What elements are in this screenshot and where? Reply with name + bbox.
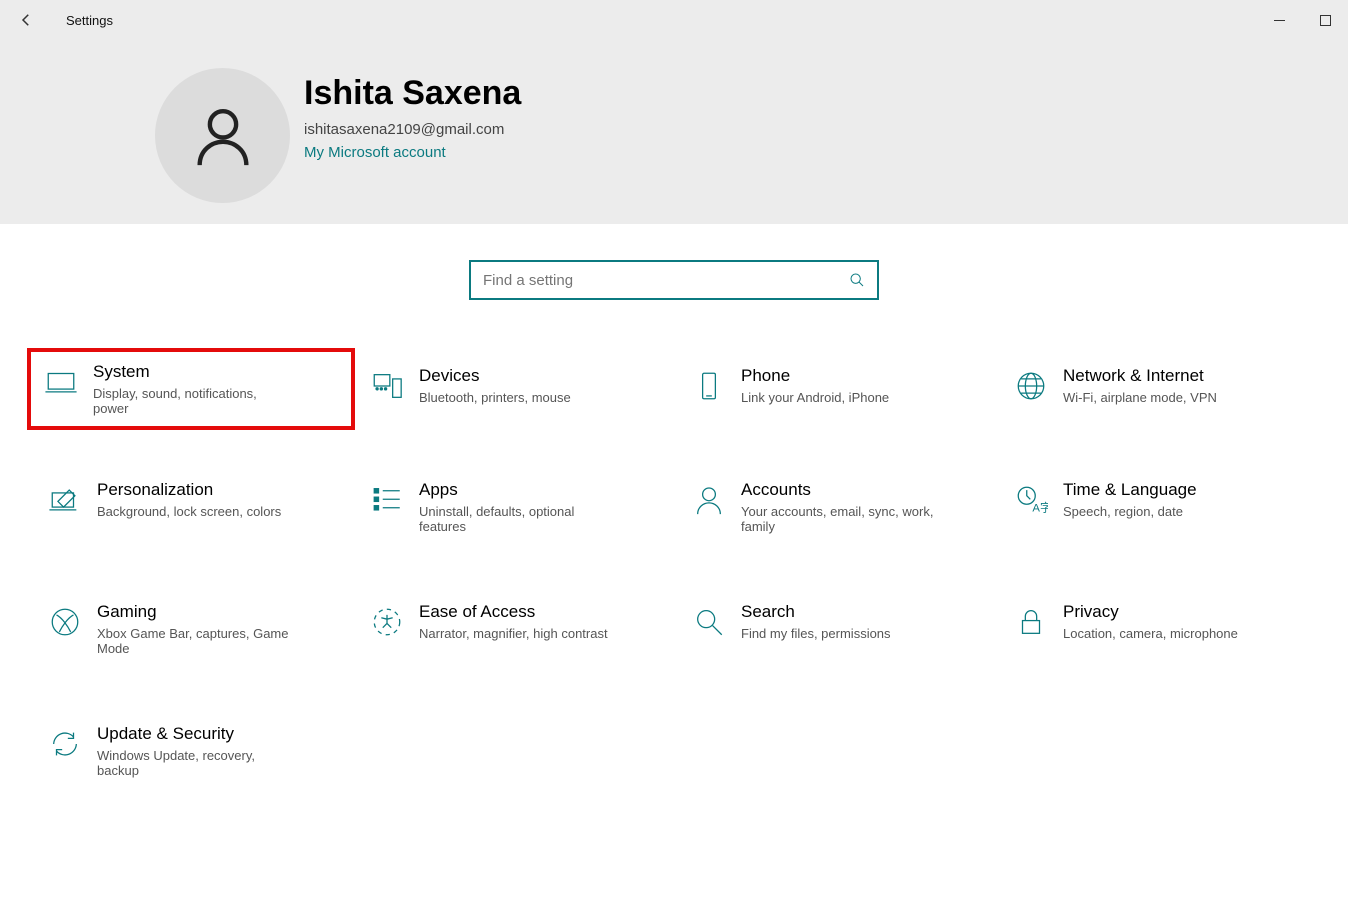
tile-title: Personalization — [97, 480, 281, 500]
tile-title: Apps — [419, 480, 619, 500]
tile-apps[interactable]: Apps Uninstall, defaults, optional featur… — [357, 470, 669, 544]
tile-desc: Windows Update, recovery, backup — [97, 748, 297, 778]
search-input[interactable] — [483, 272, 849, 289]
tile-desc: Uninstall, defaults, optional features — [419, 504, 619, 534]
tile-title: Time & Language — [1063, 480, 1197, 500]
time-language-icon — [1011, 480, 1051, 520]
tile-time-language[interactable]: Time & Language Speech, region, date — [1001, 470, 1313, 544]
lock-icon — [1011, 602, 1051, 642]
tile-desc: Your accounts, email, sync, work, family — [741, 504, 941, 534]
tile-desc: Find my files, permissions — [741, 626, 891, 641]
arrow-left-icon — [17, 11, 35, 29]
tile-title: Ease of Access — [419, 602, 608, 622]
phone-icon — [689, 366, 729, 406]
tile-desc: Narrator, magnifier, high contrast — [419, 626, 608, 641]
tile-title: System — [93, 362, 293, 382]
accessibility-icon — [367, 602, 407, 642]
tile-title: Devices — [419, 366, 571, 386]
tile-search[interactable]: Search Find my files, permissions — [679, 592, 991, 666]
window-title: Settings — [66, 13, 113, 28]
maximize-button[interactable] — [1302, 0, 1348, 40]
devices-icon — [367, 366, 407, 406]
globe-icon — [1011, 366, 1051, 406]
tile-desc: Display, sound, notifications, power — [93, 386, 293, 416]
user-name: Ishita Saxena — [304, 74, 521, 113]
user-email: ishitasaxena2109@gmail.com — [304, 121, 521, 138]
tile-network-internet[interactable]: Network & Internet Wi-Fi, airplane mode, … — [1001, 356, 1313, 422]
microsoft-account-link[interactable]: My Microsoft account — [304, 144, 521, 161]
xbox-icon — [45, 602, 85, 642]
tile-gaming[interactable]: Gaming Xbox Game Bar, captures, Game Mode — [35, 592, 347, 666]
tile-title: Network & Internet — [1063, 366, 1217, 386]
user-icon — [188, 101, 258, 171]
back-button[interactable] — [6, 0, 46, 40]
tile-title: Update & Security — [97, 724, 297, 744]
tile-accounts[interactable]: Accounts Your accounts, email, sync, work… — [679, 470, 991, 544]
search-box[interactable] — [469, 260, 879, 300]
search-icon — [849, 272, 865, 288]
tile-personalization[interactable]: Personalization Background, lock screen, … — [35, 470, 347, 544]
titlebar: Settings — [0, 0, 1348, 40]
tile-desc: Background, lock screen, colors — [97, 504, 281, 519]
tile-title: Privacy — [1063, 602, 1238, 622]
minimize-button[interactable] — [1256, 0, 1302, 40]
tile-desc: Wi-Fi, airplane mode, VPN — [1063, 390, 1217, 405]
pen-monitor-icon — [45, 480, 85, 520]
tile-title: Phone — [741, 366, 889, 386]
tile-phone[interactable]: Phone Link your Android, iPhone — [679, 356, 991, 422]
monitor-icon — [41, 362, 81, 402]
minimize-icon — [1274, 15, 1285, 26]
tile-title: Accounts — [741, 480, 941, 500]
person-icon — [689, 480, 729, 520]
tile-privacy[interactable]: Privacy Location, camera, microphone — [1001, 592, 1313, 666]
tile-desc: Link your Android, iPhone — [741, 390, 889, 405]
avatar[interactable] — [155, 68, 290, 203]
apps-list-icon — [367, 480, 407, 520]
tile-update-security[interactable]: Update & Security Windows Update, recover… — [35, 714, 347, 788]
user-header: Ishita Saxena ishitasaxena2109@gmail.com… — [0, 40, 1348, 224]
settings-grid: System Display, sound, notifications, pow… — [0, 356, 1348, 788]
magnifier-icon — [689, 602, 729, 642]
sync-icon — [45, 724, 85, 764]
tile-desc: Location, camera, microphone — [1063, 626, 1238, 641]
tile-desc: Xbox Game Bar, captures, Game Mode — [97, 626, 297, 656]
tile-devices[interactable]: Devices Bluetooth, printers, mouse — [357, 356, 669, 422]
tile-desc: Bluetooth, printers, mouse — [419, 390, 571, 405]
maximize-icon — [1320, 15, 1331, 26]
tile-ease-of-access[interactable]: Ease of Access Narrator, magnifier, high … — [357, 592, 669, 666]
tile-system[interactable]: System Display, sound, notifications, pow… — [27, 348, 355, 430]
tile-desc: Speech, region, date — [1063, 504, 1197, 519]
tile-title: Gaming — [97, 602, 297, 622]
tile-title: Search — [741, 602, 891, 622]
